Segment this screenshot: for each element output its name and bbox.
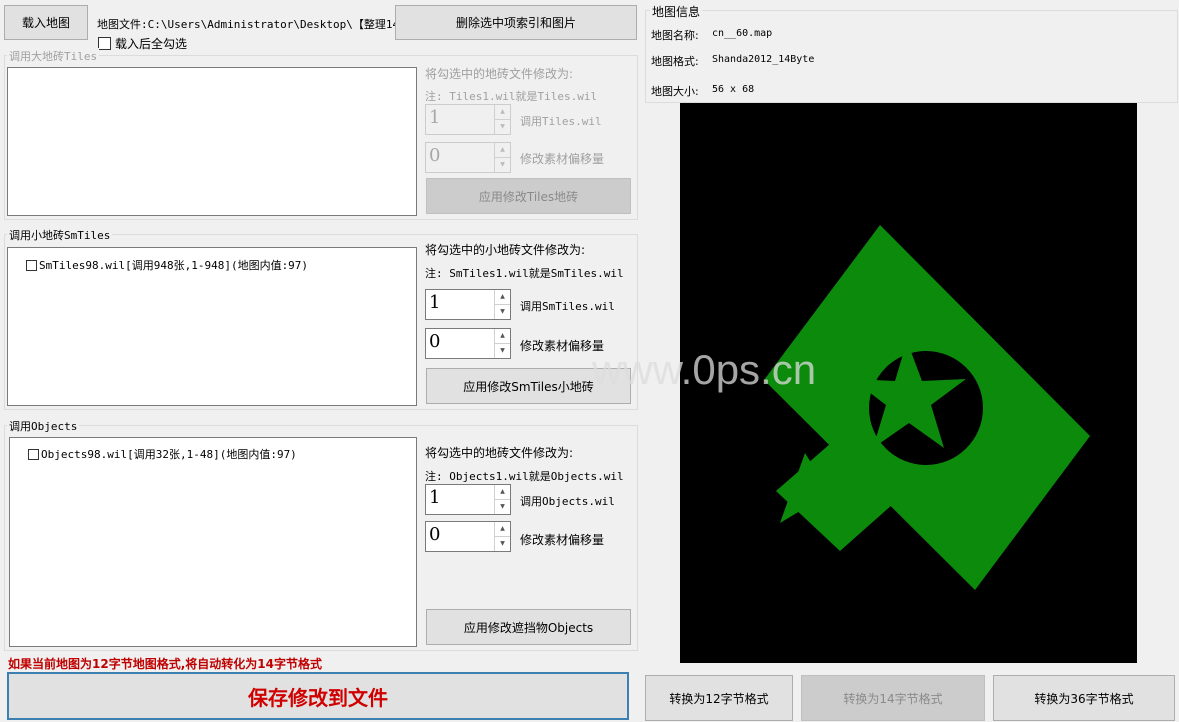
stepper-down-icon[interactable]: ▼ (495, 499, 510, 514)
tiles-file-value: 1 (429, 107, 441, 128)
smtiles-modify-label: 将勾选中的小地砖文件修改为: (425, 243, 586, 257)
map-size-value: 56 x 68 (712, 84, 755, 95)
objects-note: 注: Objects1.wil就是Objects.wil (425, 470, 624, 483)
map-format-label: 地图格式: (651, 55, 699, 68)
stepper-up-icon[interactable]: ▲ (495, 105, 510, 119)
tiles-offset-stepper[interactable]: 0 ▲ ▼ (425, 142, 511, 173)
stepper-up-icon[interactable]: ▲ (495, 522, 510, 536)
stepper-up-icon[interactable]: ▲ (495, 329, 510, 343)
map-size-label: 地图大小: (651, 85, 699, 98)
list-item-checkbox[interactable] (26, 259, 37, 271)
stepper-down-icon[interactable]: ▼ (495, 157, 510, 172)
stepper-up-icon[interactable]: ▲ (495, 485, 510, 499)
list-item[interactable]: SmTiles98.wil[调用948张,1-948](地图内值:97) (26, 257, 308, 273)
objects-offset-value: 0 (429, 524, 441, 545)
map-info-title: 地图信息 (650, 3, 703, 20)
stepper-up-icon[interactable]: ▲ (495, 143, 510, 157)
objects-file-label: 调用Objects.wil (520, 495, 615, 508)
convert-12-button[interactable]: 转换为12字节格式 (645, 675, 793, 721)
objects-group-title: 调用Objects (7, 418, 80, 434)
smtiles-note: 注: SmTiles1.wil就是SmTiles.wil (425, 267, 624, 280)
apply-objects-button[interactable]: 应用修改遮挡物Objects (426, 609, 631, 645)
apply-tiles-button[interactable]: 应用修改Tiles地砖 (426, 178, 631, 214)
list-item-label: SmTiles98.wil[调用948张,1-948](地图内值:97) (39, 259, 309, 272)
stepper-down-icon[interactable]: ▼ (495, 304, 510, 319)
list-item-label: Objects98.wil[调用32张,1-48](地图内值:97) (41, 448, 297, 461)
smtiles-file-label: 调用SmTiles.wil (520, 300, 615, 313)
smtiles-offset-value: 0 (429, 331, 441, 352)
select-all-option[interactable]: 载入后全勾选 (98, 35, 187, 52)
objects-file-value: 1 (429, 487, 441, 508)
list-item[interactable]: Objects98.wil[调用32张,1-48](地图内值:97) (28, 446, 297, 462)
map-name-value: cn__60.map (712, 28, 773, 39)
smtiles-file-stepper[interactable]: 1 ▲ ▼ (425, 289, 511, 320)
objects-offset-label: 修改素材偏移量 (520, 533, 605, 547)
tiles-offset-label: 修改素材偏移量 (520, 152, 605, 166)
stepper-up-icon[interactable]: ▲ (495, 290, 510, 304)
list-item-checkbox[interactable] (28, 448, 39, 460)
stepper-down-icon[interactable]: ▼ (495, 343, 510, 358)
load-map-button[interactable]: 载入地图 (4, 5, 88, 40)
objects-modify-label: 将勾选中的地砖文件修改为: (425, 446, 574, 460)
objects-offset-stepper[interactable]: 0 ▲ ▼ (425, 521, 511, 552)
objects-file-stepper[interactable]: 1 ▲ ▼ (425, 484, 511, 515)
smtiles-file-value: 1 (429, 292, 441, 313)
map-name-label: 地图名称: (651, 29, 699, 42)
tiles-modify-label: 将勾选中的地砖文件修改为: (425, 67, 574, 81)
watermark-text: www.0ps.cn (592, 346, 817, 393)
save-to-file-button[interactable]: 保存修改到文件 (7, 672, 629, 720)
stepper-down-icon[interactable]: ▼ (495, 536, 510, 551)
format-warning: 如果当前地图为12字节地图格式,将自动转化为14字节格式 (8, 657, 322, 671)
convert-14-button[interactable]: 转换为14字节格式 (801, 675, 985, 721)
delete-selected-button[interactable]: 删除选中项索引和图片 (395, 5, 637, 40)
smtiles-group-title: 调用小地砖SmTiles (7, 227, 113, 243)
tiles-file-stepper[interactable]: 1 ▲ ▼ (425, 104, 511, 135)
tiles-note: 注: Tiles1.wil就是Tiles.wil (425, 90, 598, 103)
tiles-offset-value: 0 (429, 145, 441, 166)
map-file-label: 地图文件:C:\Users\Administrator\Desktop\【整理1… (97, 18, 411, 31)
tiles-list[interactable] (7, 67, 417, 216)
select-all-checkbox[interactable] (98, 37, 111, 50)
stepper-down-icon[interactable]: ▼ (495, 119, 510, 134)
smtiles-list[interactable]: SmTiles98.wil[调用948张,1-948](地图内值:97) (7, 247, 417, 406)
select-all-label: 载入后全勾选 (115, 37, 188, 51)
tiles-group-title: 调用大地砖Tiles (7, 48, 100, 64)
objects-list[interactable]: Objects98.wil[调用32张,1-48](地图内值:97) (9, 437, 417, 647)
convert-36-button[interactable]: 转换为36字节格式 (993, 675, 1175, 721)
tiles-file-label: 调用Tiles.wil (520, 115, 602, 128)
smtiles-offset-stepper[interactable]: 0 ▲ ▼ (425, 328, 511, 359)
map-format-value: Shanda2012_14Byte (712, 54, 815, 65)
